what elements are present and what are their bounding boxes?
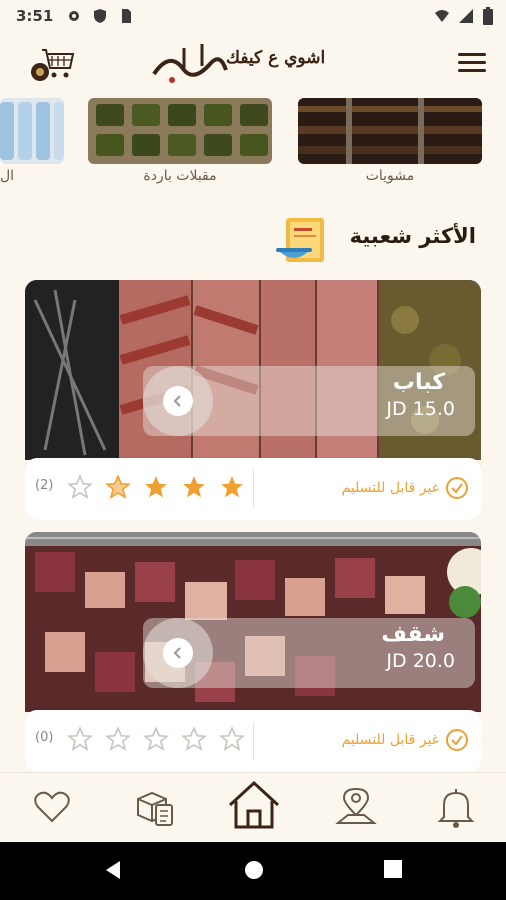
chevron-left-icon [173, 647, 181, 659]
cart-icon[interactable] [28, 44, 76, 84]
star-icon [143, 726, 169, 752]
logo-text: اشوي ع كيفك [226, 48, 326, 68]
rating-count: (2) [35, 478, 54, 493]
menu-book-icon [276, 218, 324, 262]
signal-icon [459, 9, 473, 23]
heart-icon[interactable] [30, 785, 74, 829]
star-icon [183, 476, 205, 498]
delivery-status-text: غير قابل للتسليم [341, 480, 439, 496]
star-icon [67, 474, 93, 500]
system-nav-bar [0, 842, 506, 900]
chevron-left-icon [173, 395, 181, 407]
rating-stars [67, 726, 245, 752]
delivery-status: غير قابل للتسليم [342, 728, 469, 752]
star-icon [219, 726, 245, 752]
star-icon [105, 726, 131, 752]
bottom-nav [0, 772, 506, 842]
status-bar: 3:51 [0, 0, 506, 32]
delivery-status-text: غير قابل للتسليم [341, 732, 439, 748]
app-header: اشوي ع كيفك [0, 32, 506, 98]
category-label-drinks: ال [0, 168, 14, 184]
dish-card[interactable]: كباب JD 15.0 غير قابل للتسليم (2) [25, 280, 481, 520]
logo-calligraphy-icon [152, 44, 228, 83]
wifi-icon [435, 10, 449, 22]
sim-card-icon [122, 9, 131, 23]
dish-card[interactable]: شقف JD 20.0 غير قابل للتسليم (0) [25, 532, 481, 772]
recents-icon[interactable] [383, 859, 403, 879]
star-icon [181, 726, 207, 752]
rating-stars [67, 474, 245, 500]
divider [253, 722, 254, 760]
rating-count: (0) [35, 730, 54, 745]
dish-open-button[interactable] [143, 618, 213, 688]
dish-info-bar: غير قابل للتسليم (2) [25, 458, 481, 520]
bell-icon[interactable] [434, 785, 478, 829]
delivery-status: غير قابل للتسليم [342, 476, 469, 500]
gear-icon [69, 11, 79, 21]
status-time: 3:51 [16, 7, 54, 25]
shield-icon [94, 9, 106, 23]
category-carousel[interactable]: مشويات مقبلات باردة ال [0, 98, 506, 190]
dish-name: شقف [381, 622, 445, 647]
home-system-icon[interactable] [243, 859, 265, 881]
star-icon [221, 476, 243, 498]
star-icon [145, 476, 167, 498]
category-tile-grills[interactable] [298, 98, 482, 164]
category-tile-drinks[interactable] [0, 98, 64, 164]
popular-section-title: الأكثر شعبية [349, 224, 476, 248]
location-icon[interactable] [334, 785, 378, 829]
category-label-grills: مشويات [365, 168, 415, 184]
battery-icon [483, 7, 493, 25]
home-icon[interactable] [226, 777, 282, 833]
back-icon[interactable] [102, 859, 124, 881]
dish-info-bar: غير قابل للتسليم (0) [25, 710, 481, 772]
star-icon [67, 726, 93, 752]
dish-price: JD 20.0 [386, 650, 455, 672]
category-label-cold-appetizers: مقبلات باردة [143, 168, 217, 184]
dish-price: JD 15.0 [386, 398, 455, 420]
star-icon [105, 474, 131, 500]
dish-name: كباب [392, 370, 445, 395]
dish-open-button[interactable] [143, 366, 213, 436]
check-circle-icon [446, 477, 468, 499]
divider [253, 470, 254, 508]
check-circle-icon [446, 729, 468, 751]
category-tile-cold-appetizers[interactable] [88, 98, 272, 164]
hamburger-menu-button[interactable] [456, 48, 488, 82]
orders-icon[interactable] [132, 785, 176, 829]
